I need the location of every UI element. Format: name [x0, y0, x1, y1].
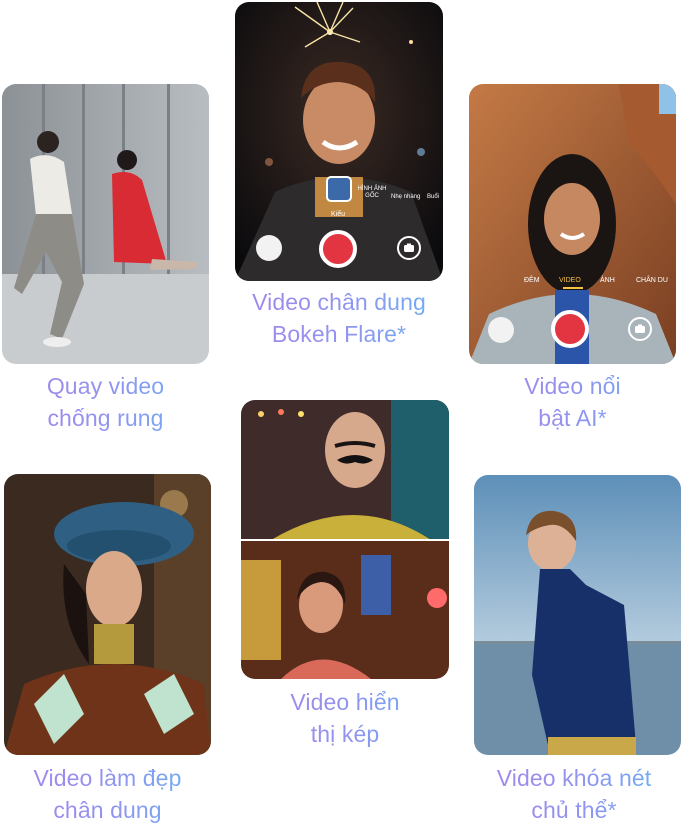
caption-line: Bokeh Flare*: [271, 321, 407, 347]
focus-lock-photo: [474, 475, 681, 755]
caption-line: bật AI*: [538, 405, 607, 431]
mode-night[interactable]: ĐÊM: [524, 277, 540, 284]
style-thumbnail[interactable]: [326, 176, 352, 202]
style-label: Kiểu: [331, 211, 346, 218]
caption-dual-view: Video hiển thị kép: [241, 686, 449, 750]
caption-line: Video làm đẹp: [33, 765, 182, 791]
caption-line: thị kép: [310, 721, 380, 747]
mode-portrait[interactable]: CHÂN DU: [636, 277, 668, 284]
caption-line: Video chân dung: [252, 289, 426, 315]
stabilization-photo: [2, 84, 209, 364]
mode-video-indicator: [563, 287, 583, 289]
record-button[interactable]: [551, 310, 589, 348]
record-button[interactable]: [319, 230, 357, 268]
caption-beauty-portrait: Video làm đẹp chân dung: [0, 762, 215, 826]
dual-view-photo-bottom: [241, 540, 449, 679]
dual-view-divider: [241, 539, 449, 541]
style-option-soft[interactable]: Nhẹ nhàng: [391, 194, 420, 200]
card-stabilization: [2, 84, 209, 364]
flip-camera-icon: [635, 324, 645, 333]
caption-bokeh-flare: Video chân dung Bokeh Flare*: [220, 286, 458, 350]
flip-camera-icon: [404, 243, 414, 252]
card-ai-highlight: ĐÊM VIDEO ẢNH CHÂN DU: [469, 84, 676, 364]
flip-camera-button[interactable]: [628, 317, 652, 341]
caption-line: Video khóa nét: [496, 765, 652, 791]
style-option-evening[interactable]: Buổi: [427, 194, 439, 200]
dual-view-photo-top: [241, 400, 449, 540]
card-bokeh-flare: HÌNH ẢNH GỐC Nhẹ nhàng Buổi Kiểu: [235, 2, 443, 281]
gallery-button[interactable]: [256, 235, 282, 261]
caption-line: chân dung: [53, 797, 162, 823]
caption-line: chủ thể*: [531, 797, 617, 823]
caption-focus-lock: Video khóa nét chủ thể*: [466, 762, 682, 826]
caption-stabilization: Quay video chống rung: [2, 370, 209, 434]
caption-line: chống rung: [47, 405, 164, 431]
mode-photo[interactable]: ẢNH: [600, 277, 615, 284]
flip-camera-button[interactable]: [397, 236, 421, 260]
gallery-button[interactable]: [488, 317, 514, 343]
card-dual-view: [241, 400, 449, 679]
style-option-original[interactable]: HÌNH ẢNH GỐC: [357, 186, 387, 200]
caption-line: Video hiển: [290, 689, 400, 715]
caption-line: Quay video: [46, 373, 165, 399]
caption-line: Video nổi: [524, 373, 621, 399]
mode-video[interactable]: VIDEO: [559, 277, 581, 284]
card-beauty-portrait: [4, 474, 211, 755]
beauty-photo: [4, 474, 211, 755]
caption-ai-highlight: Video nổi bật AI*: [469, 370, 676, 434]
card-focus-lock: [474, 475, 681, 755]
